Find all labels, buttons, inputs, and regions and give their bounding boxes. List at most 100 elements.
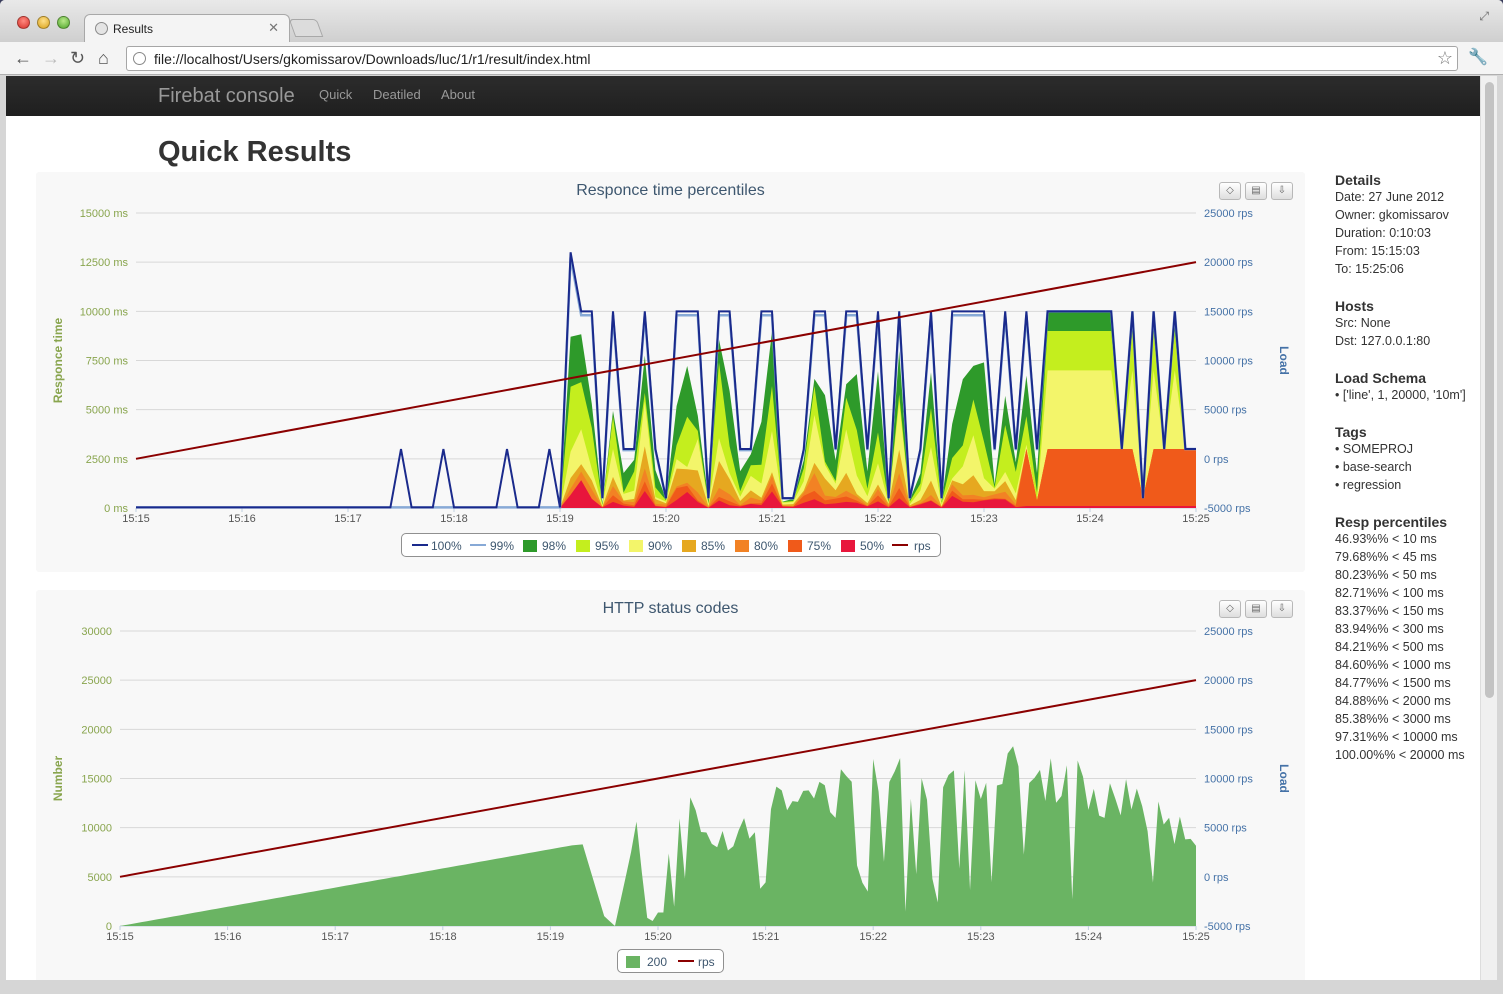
x-tick-label: 15:24 bbox=[1076, 513, 1104, 525]
percentile-line: 82.71%% < 100 ms bbox=[1335, 586, 1444, 600]
x-tick-label: 15:16 bbox=[214, 931, 242, 943]
legend-area-symbol bbox=[682, 540, 696, 552]
x-tick-label: 15:25 bbox=[1182, 513, 1210, 525]
reset-zoom-button[interactable]: ◇ bbox=[1219, 182, 1241, 200]
chart-title: HTTP status codes bbox=[602, 600, 739, 617]
y2-axis-title: Load bbox=[1277, 346, 1291, 375]
legend-line-symbol bbox=[412, 544, 428, 546]
details-line: Date: 27 June 2012 bbox=[1335, 190, 1445, 204]
legend-line-symbol bbox=[470, 544, 486, 546]
resp-percentiles-heading: Resp percentiles bbox=[1335, 514, 1448, 530]
scrollbar-thumb[interactable] bbox=[1485, 82, 1494, 698]
y-tick-label: 2500 ms bbox=[86, 454, 129, 466]
hosts-heading: Hosts bbox=[1335, 298, 1374, 314]
legend-item[interactable]: rps bbox=[698, 955, 715, 969]
legend-item[interactable]: 99% bbox=[490, 539, 514, 553]
address-bar[interactable]: file://localhost/Users/gkomissarov/Downl… bbox=[126, 46, 1458, 71]
legend-area-symbol bbox=[629, 540, 643, 552]
download-icon[interactable]: ⇩ bbox=[1271, 600, 1293, 618]
details-line: Duration: 0:10:03 bbox=[1335, 226, 1431, 240]
home-icon[interactable]: ⌂ bbox=[98, 47, 109, 69]
brand-link[interactable]: Firebat console bbox=[158, 85, 295, 108]
percentile-line: 84.88%% < 2000 ms bbox=[1335, 694, 1451, 708]
legend-item[interactable]: 95% bbox=[595, 539, 619, 553]
close-tab-icon[interactable]: ✕ bbox=[268, 20, 279, 36]
hosts-line: Dst: 127.0.0.1:80 bbox=[1335, 334, 1431, 348]
print-icon[interactable]: ▤ bbox=[1245, 182, 1267, 200]
minimize-window-button[interactable] bbox=[37, 16, 50, 29]
url-text[interactable]: file://localhost/Users/gkomissarov/Downl… bbox=[154, 51, 591, 67]
chart-legend: 100% 99% 98% 95% 90% 85% 80% 75% 50% rps bbox=[401, 533, 941, 557]
percentile-line: 84.77%% < 1500 ms bbox=[1335, 676, 1451, 690]
legend-area-symbol bbox=[735, 540, 749, 552]
close-window-button[interactable] bbox=[17, 16, 30, 29]
tag-item: • regression bbox=[1335, 478, 1402, 492]
legend-item[interactable]: 80% bbox=[754, 539, 778, 553]
percentile-line-100 bbox=[136, 252, 1196, 509]
percentile-line: 85.38%% < 3000 ms bbox=[1335, 712, 1451, 726]
y2-tick-label: 20000 rps bbox=[1204, 675, 1253, 687]
browser-window: Results ✕ ⤢ ← → ↻ ⌂ file://localhost/Use… bbox=[0, 0, 1503, 994]
legend-item[interactable]: 98% bbox=[542, 539, 566, 553]
tag-item: • SOMEPROJ bbox=[1335, 442, 1414, 456]
wrench-icon[interactable]: 🔧 bbox=[1468, 47, 1488, 67]
top-navbar: Firebat console Quick Deatiled About bbox=[6, 76, 1480, 116]
y2-tick-label: 25000 rps bbox=[1204, 626, 1253, 638]
legend-item[interactable]: rps bbox=[914, 539, 931, 553]
fullscreen-icon[interactable]: ⤢ bbox=[1479, 9, 1489, 24]
y-tick-label: 5000 bbox=[88, 872, 112, 884]
browser-toolbar: ← → ↻ ⌂ file://localhost/Users/gkomissar… bbox=[0, 42, 1503, 75]
maximize-window-button[interactable] bbox=[57, 16, 70, 29]
y2-tick-label: 0 rps bbox=[1204, 872, 1229, 884]
legend-line-symbol bbox=[892, 544, 908, 546]
legend-area-symbol bbox=[523, 540, 537, 552]
bookmark-star-icon[interactable]: ☆ bbox=[1437, 48, 1453, 69]
percentile-line: 83.94%% < 300 ms bbox=[1335, 622, 1444, 636]
response-time-chart: 0 ms -5000 rps 2500 ms 0 rps 5000 ms 5000 rps… bbox=[36, 172, 1305, 572]
legend-item[interactable]: 90% bbox=[648, 539, 672, 553]
y-tick-label: 30000 bbox=[81, 626, 112, 638]
x-tick-label: 15:16 bbox=[228, 513, 256, 525]
legend-item[interactable]: 85% bbox=[701, 539, 725, 553]
y-tick-label: 15000 ms bbox=[80, 208, 129, 220]
nav-link-detailed[interactable]: Deatiled bbox=[373, 87, 421, 102]
percentile-line: 97.31%% < 10000 ms bbox=[1335, 730, 1458, 744]
legend-item[interactable]: 200 bbox=[647, 955, 667, 969]
http-status-chart-svg: 0 -5000 rps5000 0 rps10000 5000 rps15000 100… bbox=[51, 626, 1291, 943]
y2-tick-label: -5000 rps bbox=[1204, 503, 1251, 515]
x-tick-label: 15:19 bbox=[546, 513, 574, 525]
chart-legend: 200 rps bbox=[617, 949, 724, 973]
x-tick-label: 15:20 bbox=[652, 513, 680, 525]
legend-area-symbol bbox=[841, 540, 855, 552]
x-tick-label: 15:18 bbox=[440, 513, 468, 525]
vertical-scrollbar[interactable] bbox=[1480, 76, 1497, 980]
x-tick-label: 15:17 bbox=[334, 513, 362, 525]
y-tick-label: 12500 ms bbox=[80, 257, 129, 269]
download-icon[interactable]: ⇩ bbox=[1271, 182, 1293, 200]
status-200-area bbox=[120, 746, 1196, 926]
y-tick-label: 10000 bbox=[81, 823, 112, 835]
legend-item[interactable]: 50% bbox=[860, 539, 884, 553]
page-viewport: Firebat console Quick Deatiled About Qui… bbox=[6, 76, 1480, 980]
new-tab-button[interactable] bbox=[288, 19, 324, 37]
back-arrow-icon[interactable]: ← bbox=[14, 47, 32, 69]
browser-tab[interactable]: Results ✕ bbox=[84, 14, 290, 42]
y-axis-title: Number bbox=[51, 756, 65, 802]
y-tick-label: 25000 bbox=[81, 675, 112, 687]
globe-icon bbox=[95, 22, 108, 35]
y-tick-label: 20000 bbox=[81, 724, 112, 736]
percentile-line: 100.00%% < 20000 ms bbox=[1335, 748, 1465, 762]
legend-line-symbol bbox=[678, 960, 694, 962]
y-tick-label: 10000 ms bbox=[80, 306, 129, 318]
percentile-line: 80.23%% < 50 ms bbox=[1335, 568, 1437, 582]
legend-item[interactable]: 100% bbox=[431, 539, 462, 553]
reload-icon[interactable]: ↻ bbox=[70, 47, 85, 69]
nav-link-quick[interactable]: Quick bbox=[319, 87, 352, 102]
reset-zoom-button[interactable]: ◇ bbox=[1219, 600, 1241, 618]
print-icon[interactable]: ▤ bbox=[1245, 600, 1267, 618]
tag-item: • base-search bbox=[1335, 460, 1412, 474]
forward-arrow-icon[interactable]: → bbox=[42, 47, 60, 69]
x-tick-label: 15:19 bbox=[537, 931, 565, 943]
legend-item[interactable]: 75% bbox=[807, 539, 831, 553]
nav-link-about[interactable]: About bbox=[441, 87, 475, 102]
